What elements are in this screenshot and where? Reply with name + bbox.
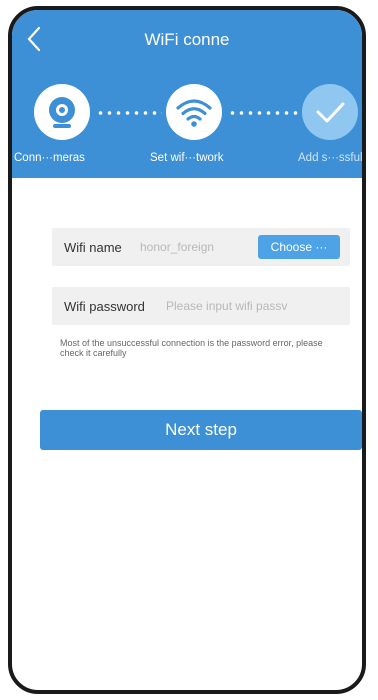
step-1-label: Conn···meras — [14, 152, 85, 164]
next-step-button[interactable]: Next step — [40, 410, 362, 450]
wifi-icon — [176, 99, 212, 127]
wifi-name-row: Wifi name honor_foreign Choose ··· — [52, 228, 350, 266]
wifi-name-label: Wifi name — [64, 240, 122, 255]
check-icon — [316, 102, 345, 123]
step-connector-2 — [228, 111, 298, 115]
wifi-name-value: honor_foreign — [140, 240, 215, 254]
step-3-circle — [302, 84, 358, 140]
step-connector-1 — [96, 111, 162, 115]
step-2-circle — [166, 84, 222, 140]
step-2-label: Set wif···twork — [150, 152, 224, 164]
step-3-label: Add s···ssfully — [298, 152, 366, 164]
wifi-password-label: Wifi password — [64, 299, 145, 314]
header-bar: WiFi conne Conn···meras Set wif···twork … — [12, 10, 362, 178]
step-1-circle — [34, 84, 90, 140]
page-title: WiFi conne — [144, 30, 230, 49]
camera-icon — [49, 97, 75, 128]
phone-frame: WiFi conne Conn···meras Set wif···twork … — [8, 6, 366, 694]
choose-button[interactable]: Choose ··· — [258, 235, 340, 259]
wifi-password-row[interactable]: Wifi password Please input wifi passv — [52, 287, 350, 325]
wifi-password-input[interactable]: Please input wifi passv — [166, 299, 316, 313]
password-hint: Most of the unsuccessful connection is t… — [60, 338, 323, 358]
